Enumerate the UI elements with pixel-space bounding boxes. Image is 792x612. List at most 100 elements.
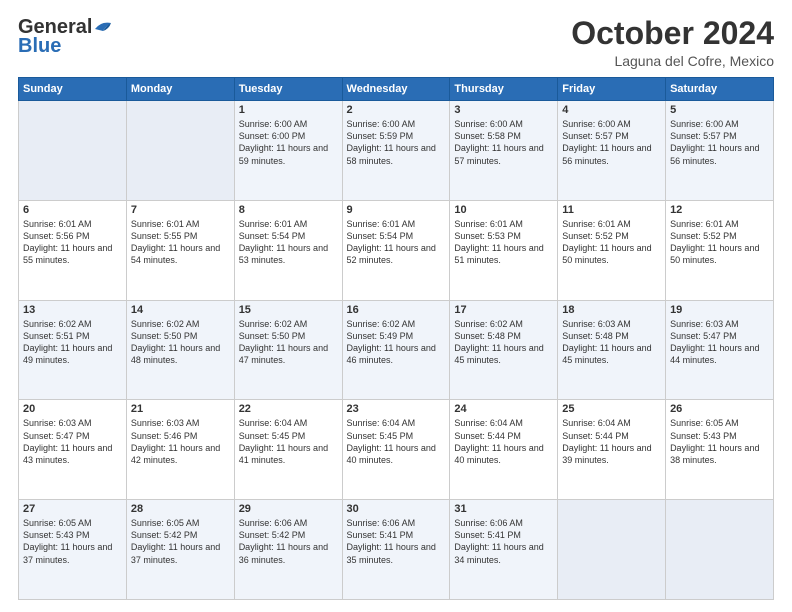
day-info: Sunrise: 6:00 AMSunset: 5:57 PMDaylight:… [670,118,769,167]
table-row: 9 Sunrise: 6:01 AMSunset: 5:54 PMDaylight… [342,200,450,300]
day-number: 1 [239,104,338,116]
day-number: 17 [454,304,553,316]
day-number: 18 [562,304,661,316]
table-row: 29Sunrise: 6:06 AMSunset: 5:42 PMDayligh… [234,500,342,600]
day-number: 4 [562,104,661,116]
day-number: 26 [670,403,769,415]
month-title: October 2024 [571,16,774,51]
day-info: Sunrise: 6:04 AMSunset: 5:45 PMDaylight:… [347,417,446,466]
day-number: 5 [670,104,769,116]
day-number: 22 [239,403,338,415]
table-row: 20 Sunrise: 6:03 AMSunset: 5:47 PMDayligh… [19,400,127,500]
day-number: 16 [347,304,446,316]
day-info: Sunrise: 6:01 AMSunset: 5:56 PMDaylight:… [23,218,122,267]
table-row: 7Sunrise: 6:01 AMSunset: 5:55 PMDaylight… [126,200,234,300]
table-row: 4 Sunrise: 6:00 AMSunset: 5:57 PMDaylight… [558,101,666,201]
table-row: 31 Sunrise: 6:06 AMSunset: 5:41 PMDayligh… [450,500,558,600]
logo: General Blue [18,16,113,58]
day-number: 19 [670,304,769,316]
day-number: 10 [454,204,553,216]
day-number: 23 [347,403,446,415]
day-info: Sunrise: 6:02 AMSunset: 5:51 PMDaylight:… [23,318,122,367]
day-number: 20 [23,403,122,415]
table-row: 18Sunrise: 6:03 AMSunset: 5:48 PMDayligh… [558,300,666,400]
table-row: 22 Sunrise: 6:04 AMSunset: 5:45 PMDayligh… [234,400,342,500]
col-tuesday: Tuesday [234,78,342,101]
calendar-table: Sunday Monday Tuesday Wednesday Thursday… [18,77,774,600]
day-number: 27 [23,503,122,515]
calendar-week-row: 27Sunrise: 6:05 AMSunset: 5:43 PMDayligh… [19,500,774,600]
day-number: 8 [239,204,338,216]
day-number: 30 [347,503,446,515]
day-number: 24 [454,403,553,415]
day-info: Sunrise: 6:06 AMSunset: 5:41 PMDaylight:… [454,517,553,566]
day-info: Sunrise: 6:00 AMSunset: 5:58 PMDaylight:… [454,118,553,167]
table-row: 14Sunrise: 6:02 AMSunset: 5:50 PMDayligh… [126,300,234,400]
day-number: 11 [562,204,661,216]
day-info: Sunrise: 6:05 AMSunset: 5:43 PMDaylight:… [670,417,769,466]
col-sunday: Sunday [19,78,127,101]
day-info: Sunrise: 6:04 AMSunset: 5:45 PMDaylight:… [239,417,338,466]
page: General Blue October 2024 Laguna del Cof… [0,0,792,612]
day-info: Sunrise: 6:01 AMSunset: 5:53 PMDaylight:… [454,218,553,267]
table-row: 12 Sunrise: 6:01 AMSunset: 5:52 PMDayligh… [666,200,774,300]
table-row: 1 Sunrise: 6:00 AMSunset: 6:00 PMDaylight… [234,101,342,201]
location: Laguna del Cofre, Mexico [571,53,774,69]
col-thursday: Thursday [450,78,558,101]
day-info: Sunrise: 6:02 AMSunset: 5:50 PMDaylight:… [131,318,230,367]
day-info: Sunrise: 6:00 AMSunset: 5:57 PMDaylight:… [562,118,661,167]
day-info: Sunrise: 6:01 AMSunset: 5:54 PMDaylight:… [347,218,446,267]
day-info: Sunrise: 6:06 AMSunset: 5:42 PMDaylight:… [239,517,338,566]
day-info: Sunrise: 6:04 AMSunset: 5:44 PMDaylight:… [562,417,661,466]
day-info: Sunrise: 6:02 AMSunset: 5:48 PMDaylight:… [454,318,553,367]
table-row: 13 Sunrise: 6:02 AMSunset: 5:51 PMDayligh… [19,300,127,400]
day-info: Sunrise: 6:00 AMSunset: 6:00 PMDaylight:… [239,118,338,167]
table-row: 28Sunrise: 6:05 AMSunset: 5:42 PMDayligh… [126,500,234,600]
day-info: Sunrise: 6:06 AMSunset: 5:41 PMDaylight:… [347,517,446,566]
day-info: Sunrise: 6:01 AMSunset: 5:52 PMDaylight:… [562,218,661,267]
day-number: 28 [131,503,230,515]
table-row: 27Sunrise: 6:05 AMSunset: 5:43 PMDayligh… [19,500,127,600]
day-number: 9 [347,204,446,216]
day-number: 12 [670,204,769,216]
table-row: 25 Sunrise: 6:04 AMSunset: 5:44 PMDayligh… [558,400,666,500]
calendar-week-row: 13 Sunrise: 6:02 AMSunset: 5:51 PMDayligh… [19,300,774,400]
table-row: 30 Sunrise: 6:06 AMSunset: 5:41 PMDayligh… [342,500,450,600]
table-row: 10 Sunrise: 6:01 AMSunset: 5:53 PMDayligh… [450,200,558,300]
table-row: 16Sunrise: 6:02 AMSunset: 5:49 PMDayligh… [342,300,450,400]
table-row: 5 Sunrise: 6:00 AMSunset: 5:57 PMDaylight… [666,101,774,201]
day-number: 21 [131,403,230,415]
day-info: Sunrise: 6:03 AMSunset: 5:47 PMDaylight:… [23,417,122,466]
day-info: Sunrise: 6:01 AMSunset: 5:52 PMDaylight:… [670,218,769,267]
day-info: Sunrise: 6:01 AMSunset: 5:54 PMDaylight:… [239,218,338,267]
table-row: 6Sunrise: 6:01 AMSunset: 5:56 PMDaylight… [19,200,127,300]
table-row [126,101,234,201]
table-row: 15Sunrise: 6:02 AMSunset: 5:50 PMDayligh… [234,300,342,400]
table-row [666,500,774,600]
col-monday: Monday [126,78,234,101]
day-number: 25 [562,403,661,415]
day-number: 2 [347,104,446,116]
calendar-week-row: 6Sunrise: 6:01 AMSunset: 5:56 PMDaylight… [19,200,774,300]
table-row: 2 Sunrise: 6:00 AMSunset: 5:59 PMDaylight… [342,101,450,201]
table-row: 17 Sunrise: 6:02 AMSunset: 5:48 PMDayligh… [450,300,558,400]
table-row: 24Sunrise: 6:04 AMSunset: 5:44 PMDayligh… [450,400,558,500]
day-number: 13 [23,304,122,316]
day-number: 31 [454,503,553,515]
col-saturday: Saturday [666,78,774,101]
day-info: Sunrise: 6:02 AMSunset: 5:50 PMDaylight:… [239,318,338,367]
calendar-header-row: Sunday Monday Tuesday Wednesday Thursday… [19,78,774,101]
table-row: 21Sunrise: 6:03 AMSunset: 5:46 PMDayligh… [126,400,234,500]
logo-bird-icon [93,19,113,33]
table-row: 26 Sunrise: 6:05 AMSunset: 5:43 PMDayligh… [666,400,774,500]
table-row [19,101,127,201]
calendar-week-row: 1 Sunrise: 6:00 AMSunset: 6:00 PMDaylight… [19,101,774,201]
title-block: October 2024 Laguna del Cofre, Mexico [571,16,774,69]
day-number: 3 [454,104,553,116]
table-row: 23 Sunrise: 6:04 AMSunset: 5:45 PMDayligh… [342,400,450,500]
logo-blue: Blue [18,35,61,58]
calendar-week-row: 20 Sunrise: 6:03 AMSunset: 5:47 PMDayligh… [19,400,774,500]
day-number: 7 [131,204,230,216]
day-info: Sunrise: 6:00 AMSunset: 5:59 PMDaylight:… [347,118,446,167]
col-friday: Friday [558,78,666,101]
